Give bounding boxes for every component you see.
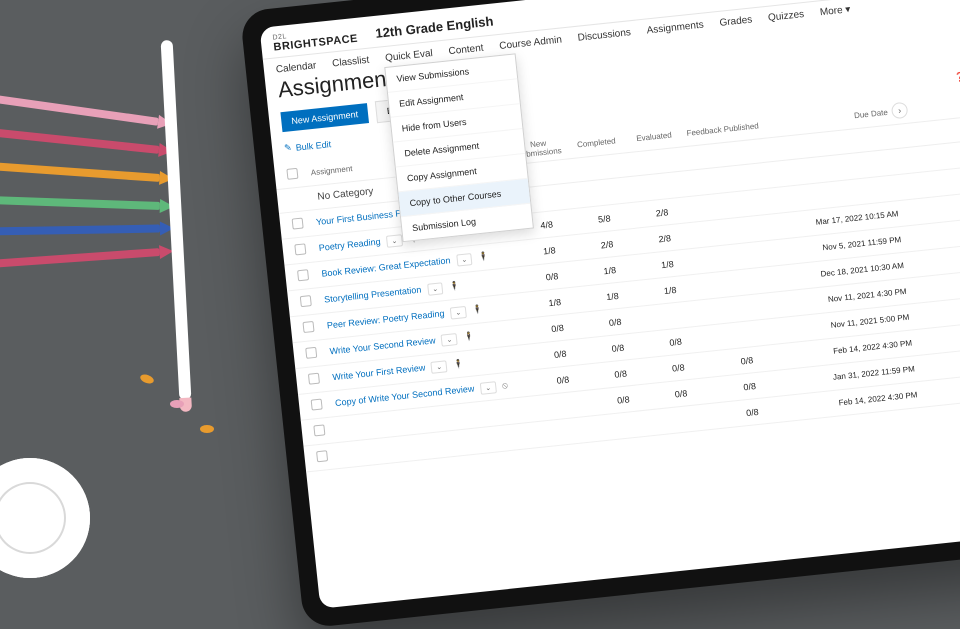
chevron-down-icon[interactable]: ⌄: [427, 282, 444, 296]
count-cell: 0/8: [652, 385, 711, 401]
count-cell: [704, 330, 784, 338]
special-access-icon: 🕴: [463, 331, 475, 342]
due-date-cell: [770, 187, 899, 201]
special-access-icon: 🕴: [478, 251, 490, 262]
assignment-link[interactable]: Storytelling Presentation: [324, 284, 422, 304]
chevron-down-icon[interactable]: ⌄: [386, 234, 403, 248]
stylus-decoration: [161, 40, 192, 400]
count-cell: 2/8: [635, 230, 694, 246]
count-cell: [573, 190, 631, 196]
count-cell: [696, 253, 776, 261]
count-cell: [597, 422, 655, 428]
count-cell: [694, 227, 774, 235]
tablet-frame: D2L BRIGHTSPACE 12th Grade English Emily…: [240, 0, 960, 629]
count-cell: 0/8: [591, 366, 650, 382]
count-cell: 1/8: [580, 262, 639, 278]
count-cell: 0/8: [712, 403, 793, 421]
chevron-down-icon[interactable]: ⌄: [450, 305, 467, 319]
count-cell: 2/8: [578, 236, 637, 252]
assignment-link[interactable]: Write Your Second Review: [329, 335, 436, 356]
due-date-cell: [768, 162, 897, 176]
assignment-link[interactable]: Write Your First Review: [332, 362, 426, 382]
row-checkbox[interactable]: [305, 347, 317, 359]
count-cell: 0/8: [594, 391, 653, 407]
hidden-icon: ⦸: [501, 379, 508, 390]
count-cell: 0/8: [646, 334, 705, 350]
app-screen: D2L BRIGHTSPACE 12th Grade English Emily…: [259, 0, 960, 609]
row-checkbox[interactable]: [297, 269, 309, 281]
special-access-icon: 🕴: [448, 280, 460, 291]
count-cell: 0/8: [534, 372, 593, 388]
due-date-cell: Feb 14, 2022 4:30 PM: [792, 390, 922, 413]
row-checkbox[interactable]: [294, 243, 306, 255]
chevron-down-icon[interactable]: ⌄: [456, 253, 473, 267]
row-checkbox[interactable]: [308, 373, 320, 385]
special-access-icon: 🕴: [472, 304, 484, 315]
cup-decoration: [0, 458, 90, 578]
count-cell: [655, 416, 713, 422]
count-cell: [537, 402, 595, 408]
brand-logo: D2L BRIGHTSPACE: [272, 26, 358, 54]
shavings-decoration: [130, 375, 230, 435]
count-cell: 1/8: [638, 256, 697, 272]
scroll-right-icon[interactable]: ›: [891, 102, 909, 120]
count-cell: 1/8: [520, 242, 579, 258]
col-completed[interactable]: Completed: [567, 135, 626, 150]
count-cell: 1/8: [525, 294, 584, 310]
col-due[interactable]: Due Date: [762, 107, 892, 130]
count-cell: 0/8: [528, 320, 587, 336]
col-feedback[interactable]: Feedback Published: [682, 120, 763, 137]
row-checkbox[interactable]: [292, 218, 304, 230]
count-cell: [699, 279, 779, 287]
count-cell: 0/8: [531, 346, 590, 362]
count-cell: 1/8: [583, 288, 642, 304]
assignment-context-menu: View SubmissionsEdit AssignmentHide from…: [384, 53, 534, 242]
count-cell: 0/8: [586, 314, 645, 330]
chevron-down-icon[interactable]: ⌄: [480, 381, 497, 395]
count-cell: [702, 304, 782, 312]
row-checkbox[interactable]: [316, 450, 328, 462]
count-cell: 2/8: [633, 204, 692, 220]
row-checkbox[interactable]: [313, 424, 325, 436]
assignment-link[interactable]: Peer Review: Poetry Reading: [326, 308, 444, 330]
count-cell: [540, 428, 598, 434]
row-checkbox[interactable]: [302, 321, 314, 333]
col-evaluated[interactable]: Evaluated: [625, 129, 684, 144]
count-cell: 0/8: [589, 340, 648, 356]
row-checkbox[interactable]: [300, 295, 312, 307]
count-cell: 0/8: [707, 351, 788, 369]
count-cell: 5/8: [575, 210, 634, 226]
count-cell: 1/8: [641, 282, 700, 298]
count-cell: 0/8: [523, 268, 582, 284]
chevron-down-icon[interactable]: ⌄: [441, 333, 458, 347]
pencils-decoration: [0, 30, 190, 350]
chevron-down-icon[interactable]: ⌄: [431, 360, 448, 374]
count-cell: [691, 201, 771, 209]
special-access-icon: 🕴: [452, 358, 464, 369]
count-cell: [644, 313, 702, 319]
count-cell: [630, 184, 688, 190]
row-checkbox[interactable]: [311, 399, 323, 411]
count-cell: 0/8: [709, 377, 790, 395]
select-all-checkbox[interactable]: [286, 167, 298, 179]
count-cell: 0/8: [649, 360, 708, 376]
assignment-link[interactable]: Poetry Reading: [318, 236, 381, 252]
count-cell: [688, 175, 768, 183]
